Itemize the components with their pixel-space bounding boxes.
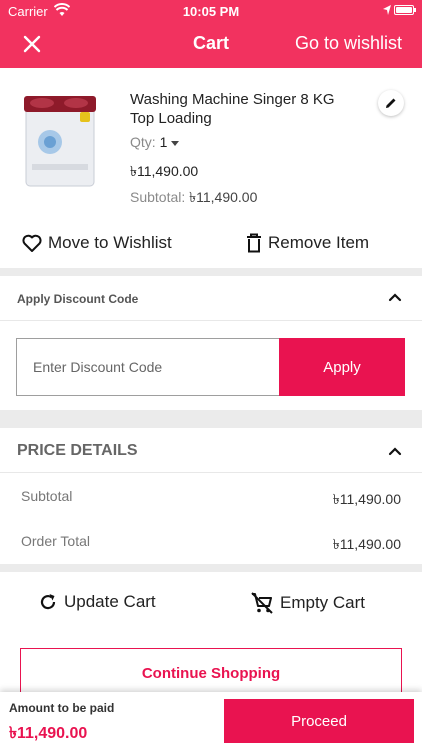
checkout-footer: Amount to be paid ৳11,490.00 Proceed: [0, 692, 422, 750]
remove-item-button[interactable]: Remove Item: [246, 232, 369, 254]
chevron-up-icon: [388, 293, 402, 302]
discount-title: Apply Discount Code: [17, 292, 139, 306]
update-cart-button[interactable]: Update Cart: [38, 592, 156, 612]
price-row-subtotal: Subtotal ৳11,490.00: [0, 488, 422, 512]
app-header: Carrier 10:05 PM Cart Go to wishlist: [0, 0, 422, 68]
price-row-label: Subtotal: [21, 488, 73, 504]
price-row-value: ৳11,490.00: [332, 491, 401, 507]
discount-section: Apply Discount Code Apply: [0, 276, 422, 410]
price-row-order-total: Order Total ৳11,490.00: [0, 533, 422, 557]
qty-value: 1: [159, 134, 168, 150]
caret-down-icon: [171, 140, 180, 146]
amount-to-pay-label: Amount to be paid: [9, 701, 115, 715]
discount-header[interactable]: Apply Discount Code: [0, 276, 422, 321]
price-row-value: ৳11,490.00: [332, 536, 401, 552]
refresh-icon: [40, 594, 56, 610]
price-details-header[interactable]: PRICE DETAILS: [0, 428, 422, 473]
move-to-wishlist-button[interactable]: Move to Wishlist: [22, 232, 172, 254]
item-subtotal-label: Subtotal:: [130, 189, 186, 205]
cart-item-card: Washing Machine Singer 8 KG Top Loading …: [0, 68, 422, 268]
status-bar: Carrier 10:05 PM: [0, 0, 422, 22]
cart-actions-section: Update Cart Empty Cart Continue Shopping: [0, 572, 422, 698]
item-subtotal: Subtotal: ৳11,490.00: [130, 186, 257, 210]
amount-to-pay-value: ৳11,490.00: [9, 725, 88, 742]
move-to-wishlist-label: Move to Wishlist: [48, 233, 172, 252]
location-arrow-icon: [383, 5, 391, 15]
trash-icon: [247, 233, 261, 253]
quantity-selector[interactable]: Qty: 1: [130, 134, 180, 150]
price-row-label: Order Total: [21, 533, 90, 549]
continue-shopping-button[interactable]: Continue Shopping: [20, 648, 402, 698]
chevron-up-icon: [388, 447, 402, 456]
item-subtotal-value: ৳11,490.00: [189, 189, 258, 205]
product-name[interactable]: Washing Machine Singer 8 KG Top Loading: [130, 90, 360, 128]
battery-icon: [394, 5, 416, 15]
empty-cart-label: Empty Cart: [280, 593, 366, 612]
pencil-icon: [386, 98, 396, 108]
status-time: 10:05 PM: [182, 4, 240, 19]
product-image[interactable]: [20, 90, 100, 190]
edit-item-button[interactable]: [378, 90, 404, 116]
price-details-title: PRICE DETAILS: [17, 442, 138, 459]
item-price: ৳11,490.00: [130, 163, 199, 179]
apply-discount-button[interactable]: Apply: [279, 338, 405, 396]
qty-label: Qty:: [130, 134, 156, 150]
go-to-wishlist-link[interactable]: Go to wishlist: [295, 33, 402, 54]
update-cart-label: Update Cart: [64, 592, 156, 611]
heart-icon: [22, 234, 42, 252]
price-details-section: PRICE DETAILS Subtotal ৳11,490.00 Order …: [0, 428, 422, 564]
remove-item-label: Remove Item: [268, 233, 370, 252]
remove-shopping-cart-icon: [251, 592, 273, 614]
discount-code-input[interactable]: [16, 338, 279, 396]
empty-cart-button[interactable]: Empty Cart: [250, 592, 365, 614]
proceed-button[interactable]: Proceed: [224, 699, 414, 743]
